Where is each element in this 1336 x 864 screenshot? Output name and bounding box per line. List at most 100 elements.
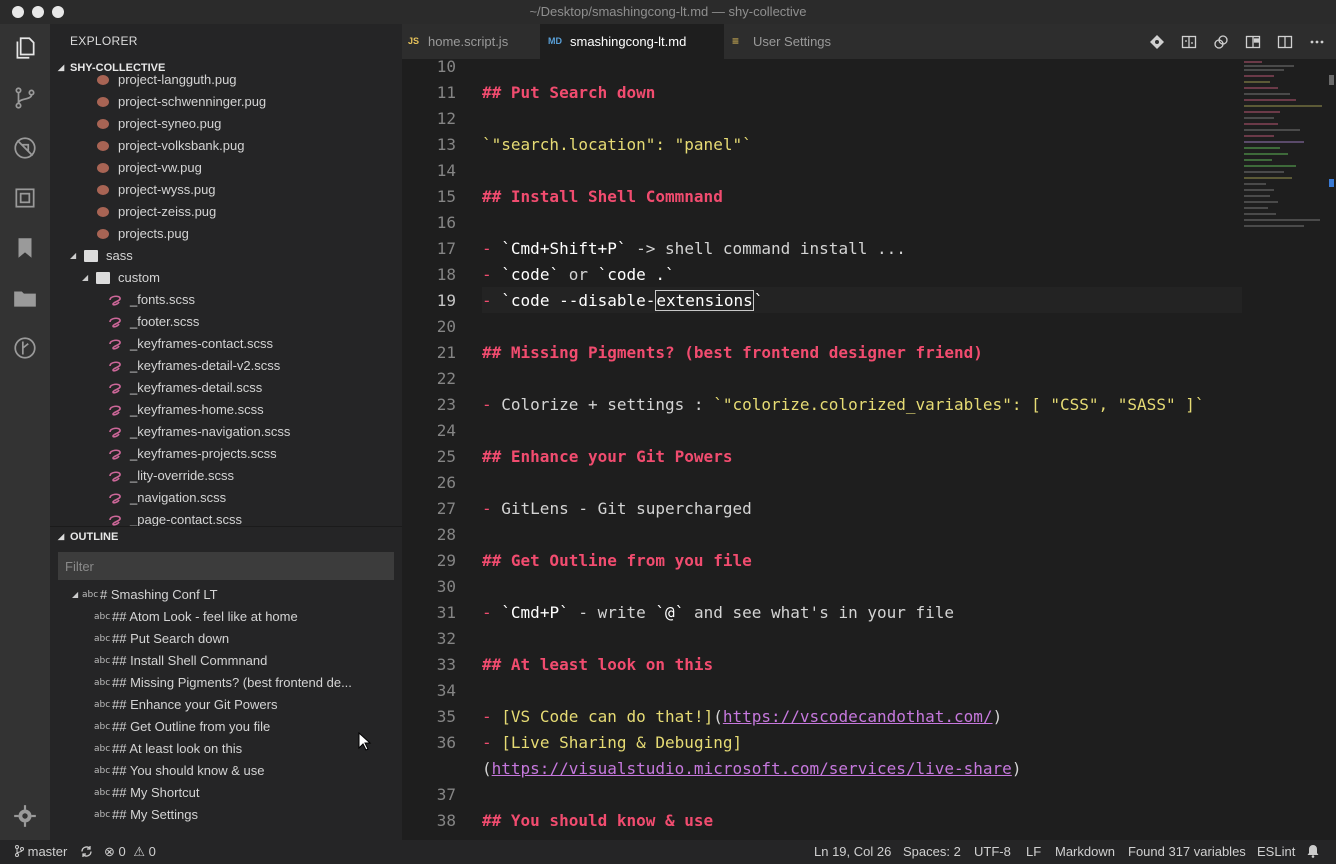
git-history-icon[interactable] [11, 334, 39, 362]
file-item[interactable]: _fonts.scss [50, 289, 402, 311]
file-item[interactable]: project-schwenninger.pug [50, 91, 402, 113]
tab-home-script[interactable]: JS home.script.js [402, 24, 540, 59]
outline-item[interactable]: abc ## At least look on this [50, 738, 402, 760]
window-title: ~/Desktop/smashingcong-lt.md — shy-colle… [529, 4, 807, 19]
explorer-icon[interactable] [11, 34, 39, 62]
problems-status[interactable]: ⊗ 0 ⚠ 0 [104, 844, 156, 860]
outline-root-item[interactable]: ◢ abc # Smashing Conf LT [50, 584, 402, 606]
code-line: - Colorize + settings : `"colorize.color… [482, 395, 1205, 414]
file-item[interactable]: _keyframes-contact.scss [50, 333, 402, 355]
sync-icon[interactable] [80, 844, 93, 859]
explorer-sidebar: EXPLORER ◢ SHY-COLLECTIVE project-langgu… [50, 24, 402, 840]
open-preview-icon[interactable] [1244, 33, 1262, 51]
line-number: 18 [436, 265, 456, 284]
code-editor[interactable]: 10 11 12 13 14 15 16 17 18 19 20 21 22 2… [402, 59, 1336, 840]
line-ending[interactable]: LF [1026, 844, 1041, 859]
line-number: 12 [436, 109, 456, 128]
outline-filter-input[interactable] [59, 553, 387, 579]
outline-item[interactable]: abc ## My Settings [50, 804, 402, 826]
line-number: 15 [436, 187, 456, 206]
code-line-current: - `code --disable-extensions` [482, 290, 764, 311]
debug-icon[interactable] [11, 134, 39, 162]
branch-status[interactable]: master [14, 844, 67, 859]
file-item[interactable]: project-wyss.pug [50, 179, 402, 201]
folder-item-custom[interactable]: ◢ custom [50, 267, 402, 289]
file-item[interactable]: project-vw.pug [50, 157, 402, 179]
tab-user-settings[interactable]: ≡ User Settings [724, 24, 854, 59]
file-item[interactable]: _keyframes-projects.scss [50, 443, 402, 465]
sass-file-icon [108, 470, 122, 482]
git-action-icon[interactable] [1148, 33, 1166, 51]
line-number: 25 [436, 447, 456, 466]
settings-gear-icon[interactable] [11, 802, 39, 830]
outline-section-header[interactable]: ◢ OUTLINE [50, 526, 402, 549]
outline-item[interactable]: abc ## Missing Pigments? (best frontend … [50, 672, 402, 694]
encoding[interactable]: UTF-8 [974, 844, 1011, 859]
file-item[interactable]: _keyframes-detail-v2.scss [50, 355, 402, 377]
line-number: 31 [436, 603, 456, 622]
line-number: 17 [436, 239, 456, 258]
outline-filter [58, 552, 394, 580]
sass-file-icon [108, 492, 122, 504]
outline-item[interactable]: abc ## Enhance your Git Powers [50, 694, 402, 716]
line-number: 27 [436, 499, 456, 518]
folder-item-sass[interactable]: ◢ sass [50, 245, 402, 267]
editor-scrollbar[interactable] [1326, 59, 1336, 840]
outline-item[interactable]: abc ## Install Shell Commnand [50, 650, 402, 672]
file-item[interactable]: _keyframes-detail.scss [50, 377, 402, 399]
collapse-triangle-icon: ◢ [58, 532, 65, 541]
file-item[interactable]: _footer.scss [50, 311, 402, 333]
eslint-status[interactable]: ESLint [1257, 844, 1295, 859]
outline-item[interactable]: abc ## You should know & use [50, 760, 402, 782]
sass-file-icon [108, 404, 122, 416]
line-number: 23 [436, 395, 456, 414]
code-line: ## Install Shell Commnand [482, 187, 723, 206]
line-number: 26 [436, 473, 456, 492]
language-mode[interactable]: Markdown [1055, 844, 1115, 859]
code-line: ## Missing Pigments? (best frontend desi… [482, 343, 983, 362]
string-symbol-icon: abc [94, 612, 111, 622]
git-branch-icon [15, 845, 24, 857]
outline-item[interactable]: abc ## Get Outline from you file [50, 716, 402, 738]
string-symbol-icon: abc [82, 590, 99, 600]
tab-smashingcong-lt[interactable]: MD smashingcong-lt.md [540, 24, 724, 59]
sass-file-icon [108, 294, 122, 306]
string-symbol-icon: abc [94, 766, 111, 776]
project-manager-icon[interactable] [11, 284, 39, 312]
open-changes-icon[interactable] [1180, 33, 1198, 51]
explorer-title: EXPLORER [70, 34, 138, 48]
file-item[interactable]: project-volksbank.pug [50, 135, 402, 157]
file-item[interactable]: _lity-override.scss [50, 465, 402, 487]
indentation[interactable]: Spaces: 2 [903, 844, 961, 859]
notifications-bell-icon[interactable] [1306, 844, 1320, 859]
sass-file-icon [108, 338, 122, 350]
colorize-variables[interactable]: Found 317 variables [1128, 844, 1246, 859]
minimap[interactable] [1242, 59, 1326, 249]
compare-icon[interactable] [1212, 33, 1230, 51]
outline-item[interactable]: abc ## Atom Look - feel like at home [50, 606, 402, 628]
cursor-position[interactable]: Ln 19, Col 26 [814, 844, 891, 859]
more-actions-icon[interactable] [1308, 33, 1326, 51]
code-line: `"search.location": "panel"` [482, 135, 752, 154]
file-item[interactable]: _keyframes-home.scss [50, 399, 402, 421]
split-editor-icon[interactable] [1276, 33, 1294, 51]
file-item[interactable]: project-syneo.pug [50, 113, 402, 135]
extensions-icon[interactable] [11, 184, 39, 212]
line-number: 38 [436, 811, 456, 830]
warning-icon: ⚠ [133, 844, 146, 859]
file-item[interactable]: _navigation.scss [50, 487, 402, 509]
source-control-icon[interactable] [11, 84, 39, 112]
code-line: ## At least look on this [482, 655, 714, 674]
file-item[interactable]: project-zeiss.pug [50, 201, 402, 223]
line-number: 21 [436, 343, 456, 362]
line-number: 13 [436, 135, 456, 154]
file-item[interactable]: project-langguth.pug [50, 69, 402, 91]
file-item[interactable]: _keyframes-navigation.scss [50, 421, 402, 443]
line-number: 16 [436, 213, 456, 232]
code-line: ## Put Search down [482, 83, 656, 102]
file-item[interactable]: projects.pug [50, 223, 402, 245]
bookmarks-icon[interactable] [11, 234, 39, 262]
outline-item[interactable]: abc ## My Shortcut [50, 782, 402, 804]
line-number: 37 [436, 785, 456, 804]
outline-item[interactable]: abc ## Put Search down [50, 628, 402, 650]
